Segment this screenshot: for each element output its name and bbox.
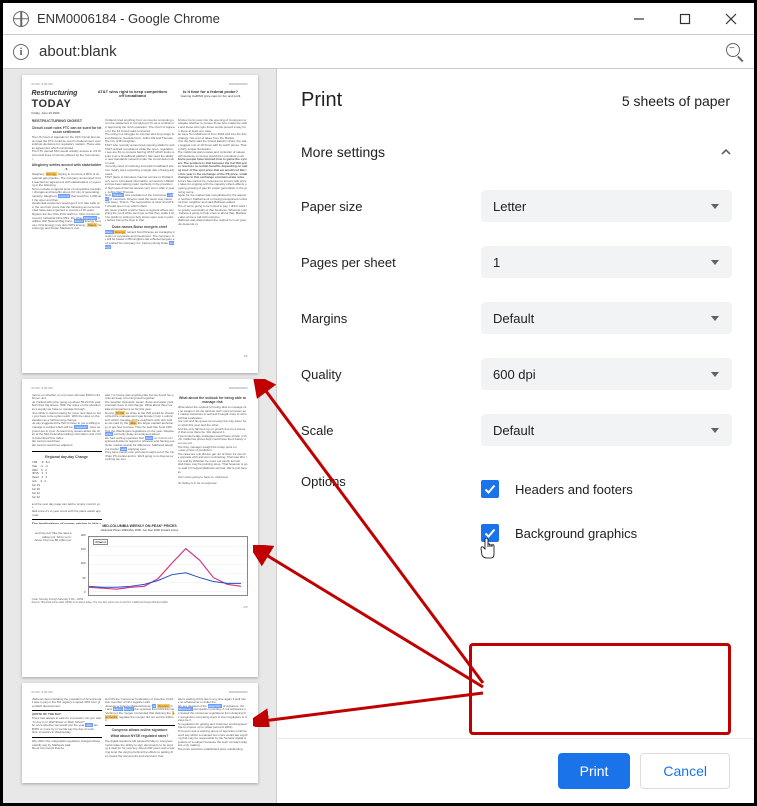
info-icon[interactable]: i	[13, 44, 29, 60]
price-chart: 1999■Fwd	[88, 536, 248, 596]
chevron-down-icon	[710, 201, 720, 211]
scale-label: Scale	[301, 423, 481, 438]
chevron-down-icon	[710, 257, 720, 267]
quality-select[interactable]: 600 dpi	[481, 358, 732, 390]
margins-label: Margins	[301, 311, 481, 326]
margins-select[interactable]: Default	[481, 302, 732, 334]
zoom-out-icon[interactable]: −	[726, 43, 744, 61]
quality-label: Quality	[301, 367, 481, 382]
doc-title-bold: TODAY	[32, 98, 92, 111]
globe-icon	[13, 11, 29, 27]
doc-title-italic: Restructuring	[32, 90, 92, 98]
maximize-button[interactable]	[662, 3, 708, 35]
preview-page-2: 6/7/22, 9:00 AM ENM0006184 cannot on whe…	[22, 379, 258, 677]
background-graphics-checkbox[interactable]	[481, 524, 499, 542]
preview-page-3: 6/7/22, 9:00 AM ENM0006184 Mathews demon…	[22, 683, 258, 783]
cancel-button[interactable]: Cancel	[640, 753, 730, 789]
doc-date: Friday, June 23 2000	[32, 112, 92, 116]
options-label: Options	[301, 474, 481, 489]
minimize-button[interactable]	[616, 3, 662, 35]
headline-center: AT&T wins right to keep competitors off …	[96, 90, 170, 116]
sheet-count: 5 sheets of paper	[622, 93, 730, 109]
page-header-left: 6/7/22, 9:00 AM	[32, 83, 53, 87]
scale-select[interactable]: Default	[481, 414, 732, 446]
pages-per-sheet-select[interactable]: 1	[481, 246, 732, 278]
print-settings-panel: Print 5 sheets of paper More settings Pa…	[277, 69, 754, 803]
chevron-down-icon	[710, 369, 720, 379]
more-settings-toggle[interactable]: More settings	[301, 126, 746, 178]
print-dialog-content: 6/7/22, 9:00 AM ENM0006184 Restructuring…	[3, 69, 754, 803]
window-titlebar: ENM0006184 - Google Chrome	[3, 3, 754, 35]
headers-footers-label: Headers and footers	[515, 482, 633, 497]
address-bar: i about:blank −	[3, 35, 754, 69]
headline-right: Is it time for a federal probe? Gaming C…	[174, 90, 248, 116]
chevron-up-icon	[720, 146, 732, 158]
preview-page-1: 6/7/22, 9:00 AM ENM0006184 Restructuring…	[22, 75, 258, 373]
close-button[interactable]	[708, 3, 754, 35]
paper-size-select[interactable]: Letter	[481, 190, 732, 222]
chevron-down-icon	[710, 425, 720, 435]
chevron-down-icon	[710, 313, 720, 323]
chrome-window: ENM0006184 - Google Chrome i about:blank…	[0, 0, 757, 806]
paper-size-label: Paper size	[301, 199, 481, 214]
page-header-right: ENM0006184	[229, 83, 247, 87]
pages-per-sheet-label: Pages per sheet	[301, 255, 481, 270]
print-button[interactable]: Print	[558, 753, 631, 789]
window-title: ENM0006184 - Google Chrome	[37, 11, 616, 26]
print-preview-pane[interactable]: 6/7/22, 9:00 AM ENM0006184 Restructuring…	[3, 69, 277, 803]
url-text[interactable]: about:blank	[39, 43, 726, 60]
background-graphics-label: Background graphics	[515, 526, 637, 541]
print-title: Print	[301, 89, 342, 112]
headers-footers-checkbox[interactable]	[481, 480, 499, 498]
